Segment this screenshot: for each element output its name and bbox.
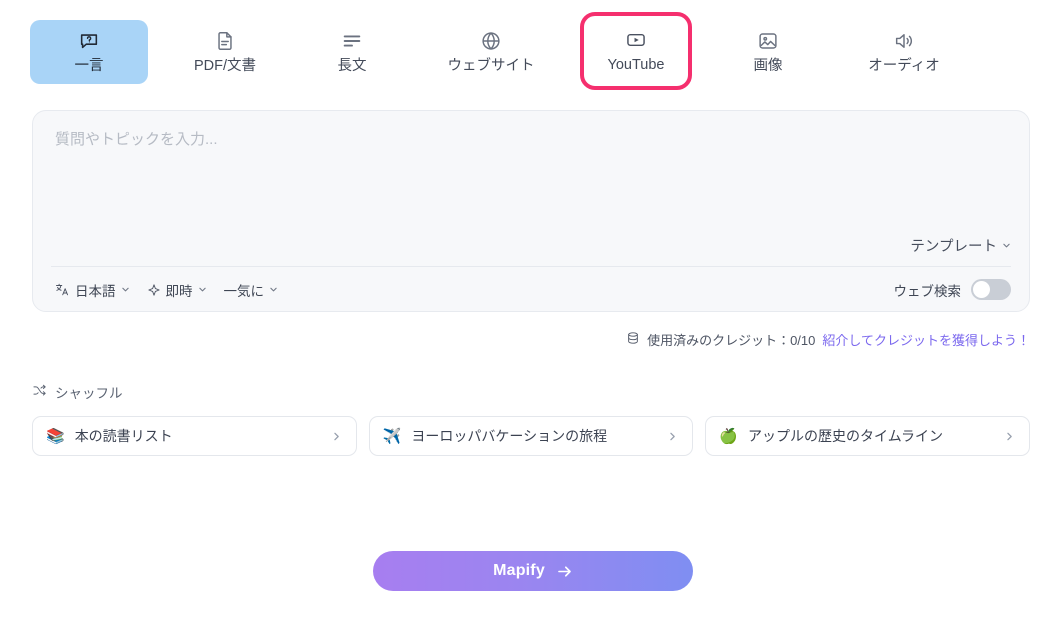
composer-toolbar: 日本語 即時 一気に ウェブ検索 xyxy=(33,267,1029,312)
chevron-down-icon xyxy=(121,285,130,294)
chevron-right-icon xyxy=(667,431,678,442)
tab-label: YouTube xyxy=(607,57,665,74)
tab-label: PDF/文書 xyxy=(193,58,257,75)
sparkle-icon xyxy=(147,283,161,297)
green-apple-emoji-icon: 🍏 xyxy=(719,427,739,445)
speaker-icon xyxy=(893,30,915,52)
tab-label: 長文 xyxy=(337,58,367,75)
tab-audio[interactable]: オーディオ xyxy=(848,20,960,84)
web-search-label: ウェブ検索 xyxy=(893,283,962,299)
list-item[interactable]: 🍏 アップルの歴史のタイムライン xyxy=(705,416,1031,456)
composer-textarea-area[interactable]: 質問やトピックを入力... テンプレート xyxy=(33,111,1029,266)
database-icon xyxy=(626,331,640,348)
video-play-icon xyxy=(625,29,647,51)
books-emoji-icon: 📚 xyxy=(46,427,65,445)
text-lines-icon xyxy=(341,30,363,52)
composer-options-group: 日本語 即時 一気に xyxy=(53,278,280,302)
shuffle-button[interactable]: シャッフル xyxy=(32,382,123,402)
speed-label: 一気に xyxy=(223,283,265,299)
mapify-home-page: 一言 PDF/文書 長文 ウェブサイト YouTube 画像 オーディオ 質問や… xyxy=(0,0,1060,617)
template-dropdown-button[interactable]: テンプレート xyxy=(910,235,1011,256)
image-icon xyxy=(757,30,779,52)
document-icon xyxy=(214,30,236,52)
tab-image[interactable]: 画像 xyxy=(718,20,818,84)
shuffle-icon xyxy=(32,383,47,401)
mapify-button-label: Mapify xyxy=(493,562,545,579)
suggestion-label: ヨーロッパバケーションの旅程 xyxy=(411,428,608,444)
suggestion-label: 本の読書リスト xyxy=(74,428,173,444)
prompt-input-placeholder[interactable]: 質問やトピックを入力... xyxy=(55,129,1007,150)
language-label: 日本語 xyxy=(75,283,116,299)
tab-hitokoto[interactable]: 一言 xyxy=(30,20,148,84)
list-item[interactable]: ✈️ ヨーロッパバケーションの旅程 xyxy=(368,416,694,456)
tab-label: 一言 xyxy=(74,58,104,75)
template-label: テンプレート xyxy=(910,239,997,255)
credits-text: 使用済みのクレジット：0/10 xyxy=(647,333,816,348)
web-search-toggle[interactable] xyxy=(971,279,1011,300)
web-search-control: ウェブ検索 xyxy=(893,279,1011,300)
tab-label: オーディオ xyxy=(868,58,940,75)
mode-label: 即時 xyxy=(165,283,193,299)
arrow-right-icon xyxy=(556,563,573,580)
language-selector[interactable]: 日本語 xyxy=(53,278,132,302)
mode-selector[interactable]: 即時 xyxy=(145,278,209,302)
toggle-knob xyxy=(973,281,990,298)
tab-website[interactable]: ウェブサイト xyxy=(416,20,566,84)
tab-pdf-document[interactable]: PDF/文書 xyxy=(166,20,284,84)
chevron-right-icon xyxy=(1004,431,1015,442)
refer-credits-link[interactable]: 紹介してクレジットを獲得しよう！ xyxy=(822,330,1030,349)
airplane-emoji-icon: ✈️ xyxy=(382,427,402,445)
tab-label: ウェブサイト xyxy=(447,58,535,75)
list-item[interactable]: 📚 本の読書リスト xyxy=(32,416,357,456)
shuffle-label: シャッフル xyxy=(55,386,123,401)
input-type-tabbar: 一言 PDF/文書 長文 ウェブサイト YouTube 画像 オーディオ xyxy=(0,0,1060,100)
question-bubble-icon xyxy=(78,30,100,52)
translate-icon xyxy=(55,282,70,297)
chevron-down-icon xyxy=(269,285,278,294)
mapify-submit-button[interactable]: Mapify xyxy=(373,551,693,591)
suggestion-cards: 📚 本の読書リスト ✈️ ヨーロッパバケーションの旅程 🍏 アップルの歴史のタイ… xyxy=(32,416,1031,456)
suggestion-label: アップルの歴史のタイムライン xyxy=(748,428,944,444)
credits-status: 使用済みのクレジット：0/10 紹介してクレジットを獲得しよう！ xyxy=(626,330,1030,349)
chevron-right-icon xyxy=(331,431,342,442)
tab-long-text[interactable]: 長文 xyxy=(302,20,402,84)
prompt-composer: 質問やトピックを入力... テンプレート 日本語 即時 一気に ウェブ検索 xyxy=(32,110,1030,312)
chevron-down-icon xyxy=(198,285,207,294)
chevron-down-icon xyxy=(1002,241,1011,250)
speed-selector[interactable]: 一気に xyxy=(222,278,281,302)
globe-icon xyxy=(480,30,502,52)
tab-label: 画像 xyxy=(753,58,783,75)
tab-youtube[interactable]: YouTube xyxy=(580,12,692,90)
